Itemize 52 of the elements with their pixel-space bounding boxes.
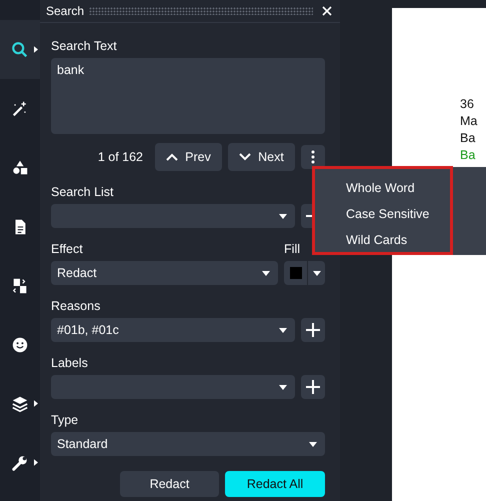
field-label: Type [51, 413, 80, 428]
redact-button[interactable]: Redact [120, 471, 219, 497]
redact-all-button[interactable]: Redact All [225, 471, 325, 497]
document-text: Ba [460, 147, 476, 164]
search-icon [11, 40, 29, 58]
swap-icon [11, 276, 29, 294]
dropdown-caret-icon [279, 214, 287, 218]
chevron-up-icon [166, 153, 178, 161]
document-text: 36 [460, 96, 474, 113]
document-text: Ma [460, 113, 478, 130]
dropdown-caret-icon [313, 270, 321, 276]
field-label: Reasons [51, 299, 102, 314]
kebab-icon [311, 150, 315, 164]
drag-handle[interactable] [89, 7, 313, 15]
result-count: 1 of 162 [98, 150, 143, 164]
add-button[interactable] [301, 375, 325, 399]
caret-icon [34, 400, 38, 407]
plus-icon [306, 323, 320, 337]
field-label: Fill [284, 242, 300, 257]
close-icon[interactable] [322, 6, 332, 16]
dropdown-caret-icon [279, 384, 287, 390]
type-dropdown[interactable]: Standard [51, 432, 325, 456]
sidebar-tool[interactable] [0, 20, 40, 79]
reasons-dropdown[interactable]: #01b, #01c [51, 318, 295, 342]
dropdown-caret-icon [262, 270, 270, 276]
next-button[interactable]: Next [228, 143, 295, 171]
wrench-icon [11, 454, 29, 472]
fill-color-picker[interactable] [284, 261, 325, 285]
shapes-icon [11, 158, 29, 176]
field-label: Search List [51, 185, 115, 200]
effect-dropdown[interactable]: Redact [51, 261, 278, 285]
wand-icon [11, 100, 29, 118]
field-label: Labels [51, 356, 89, 371]
chevron-down-icon [239, 153, 252, 161]
layers-icon [11, 394, 29, 412]
prev-button[interactable]: Prev [155, 143, 222, 171]
search-text-field[interactable]: bank [51, 58, 325, 134]
dropdown-caret-icon [309, 442, 317, 446]
field-label: Effect [51, 242, 83, 257]
menu-item[interactable]: Whole Word [346, 179, 415, 197]
caret-icon [34, 46, 38, 53]
menu-item[interactable]: Wild Cards [346, 231, 408, 249]
add-button[interactable] [301, 318, 325, 342]
plus-icon [306, 380, 320, 394]
dropdown-caret-icon [279, 328, 287, 332]
field-label: Search Text [51, 39, 118, 54]
document-text: Ba [460, 130, 476, 147]
panel-title: Search [46, 4, 84, 18]
caret-icon [34, 459, 38, 466]
more-options-button[interactable] [301, 145, 325, 169]
smiley-icon [11, 336, 29, 354]
menu-item[interactable]: Case Sensitive [346, 205, 430, 223]
